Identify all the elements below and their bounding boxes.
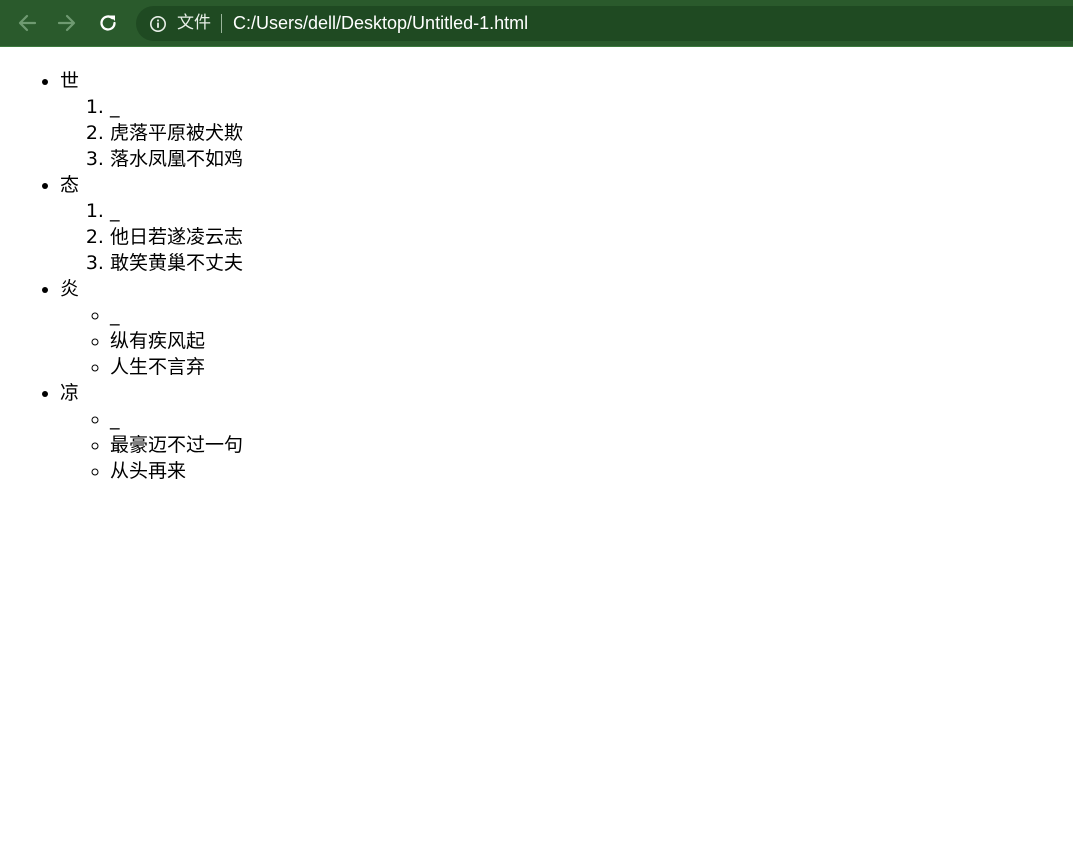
arrow-right-icon [56, 12, 78, 34]
list-item-text: 从头再来 [110, 460, 187, 482]
list-item: 凉 _ 最豪迈不过一句 从头再来 [60, 380, 1073, 484]
list-item-text: 最豪迈不过一句 [110, 434, 244, 456]
list-item: _ [110, 302, 1073, 328]
list-item-text: 他日若遂凌云志 [110, 226, 244, 248]
info-circle-icon[interactable] [149, 15, 167, 33]
list-item: 他日若遂凌云志 [110, 224, 1073, 250]
list-item-text: 落水凤凰不如鸡 [110, 148, 244, 170]
browser-toolbar: 文件 C:/Users/dell/Desktop/Untitled-1.html [0, 0, 1073, 47]
list-item: _ [110, 406, 1073, 432]
list-item-text: 虎落平原被犬欺 [110, 122, 244, 144]
list-item: 敢笑黄巢不丈夫 [110, 250, 1073, 276]
page-content: 世 _ 虎落平原被犬欺 落水凤凰不如鸡 态 _ 他日若遂凌云志 敢笑黄巢不丈夫 … [0, 48, 1073, 864]
scheme-label: 文件 [177, 13, 211, 33]
list-item-text: 纵有疾风起 [110, 330, 206, 352]
list-item: _ [110, 198, 1073, 224]
list-item-text: _ [110, 96, 120, 118]
list-item: 态 _ 他日若遂凌云志 敢笑黄巢不丈夫 [60, 172, 1073, 276]
list-item-text: 人生不言弃 [110, 356, 206, 378]
list-item: 落水凤凰不如鸡 [110, 146, 1073, 172]
ordered-list: _ 虎落平原被犬欺 落水凤凰不如鸡 [60, 94, 1073, 172]
section-heading: 态 [60, 174, 80, 196]
reload-icon [97, 12, 119, 34]
list-item-text: 敢笑黄巢不丈夫 [110, 252, 244, 274]
arrow-left-icon [16, 12, 38, 34]
back-button[interactable] [12, 8, 42, 38]
outer-list: 世 _ 虎落平原被犬欺 落水凤凰不如鸡 态 _ 他日若遂凌云志 敢笑黄巢不丈夫 … [0, 68, 1073, 484]
list-item: 最豪迈不过一句 [110, 432, 1073, 458]
address-bar[interactable]: 文件 C:/Users/dell/Desktop/Untitled-1.html [136, 6, 1073, 41]
forward-button[interactable] [52, 8, 82, 38]
reload-button[interactable] [93, 8, 123, 38]
section-heading: 凉 [60, 382, 80, 404]
list-item: 世 _ 虎落平原被犬欺 落水凤凰不如鸡 [60, 68, 1073, 172]
url-text[interactable]: C:/Users/dell/Desktop/Untitled-1.html [233, 13, 528, 33]
list-item: 虎落平原被犬欺 [110, 120, 1073, 146]
list-item: 人生不言弃 [110, 354, 1073, 380]
section-heading: 炎 [60, 278, 80, 300]
list-item-text: _ [110, 408, 120, 430]
list-item-text: _ [110, 304, 120, 326]
list-item-text: _ [110, 200, 120, 222]
list-item: 从头再来 [110, 458, 1073, 484]
unordered-list: _ 最豪迈不过一句 从头再来 [60, 406, 1073, 484]
unordered-list: _ 纵有疾风起 人生不言弃 [60, 302, 1073, 380]
address-divider [221, 14, 222, 33]
list-item: 炎 _ 纵有疾风起 人生不言弃 [60, 276, 1073, 380]
list-item: _ [110, 94, 1073, 120]
ordered-list: _ 他日若遂凌云志 敢笑黄巢不丈夫 [60, 198, 1073, 276]
section-heading: 世 [60, 70, 80, 92]
list-item: 纵有疾风起 [110, 328, 1073, 354]
